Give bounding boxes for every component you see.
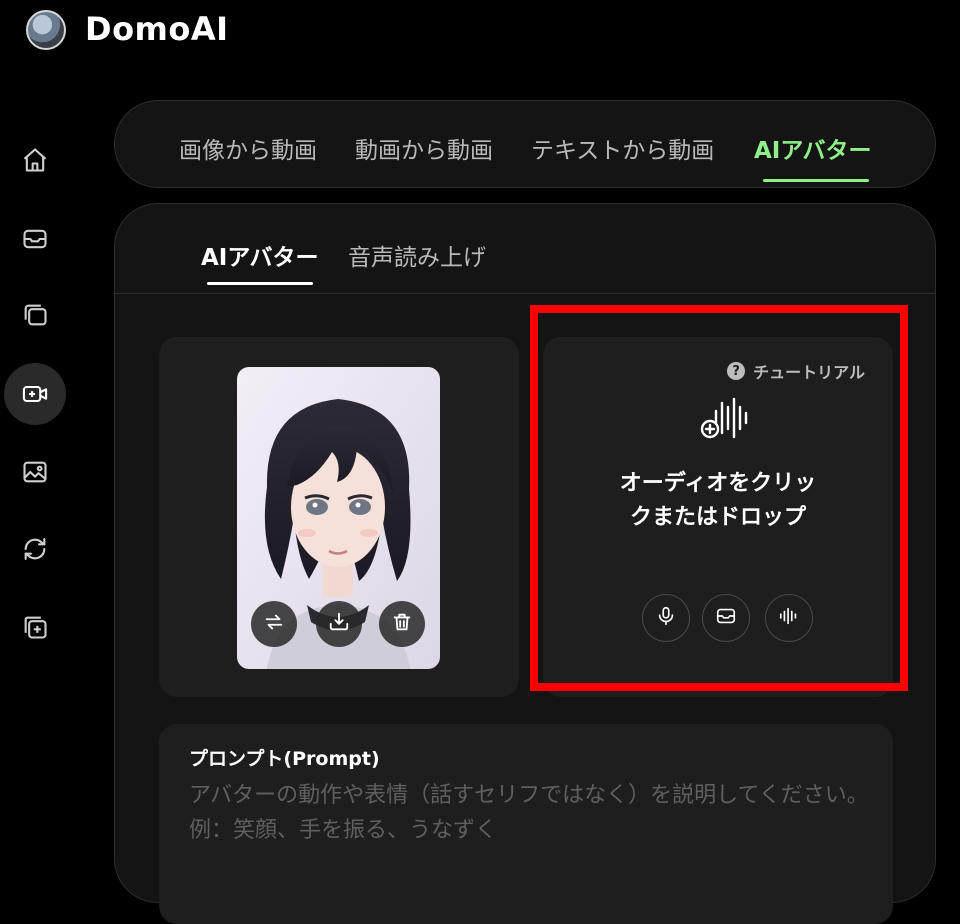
tab-video-to-video[interactable]: 動画から動画 [355,131,493,165]
home-icon[interactable] [18,143,52,177]
app-name: DomoAI [85,10,229,48]
delete-image-button[interactable] [379,601,425,647]
highlight-box [530,305,908,691]
prompt-input[interactable]: アバターの動作や表情（話すセリフではなく）を説明してください。例：笑顔、手を振る… [189,778,869,848]
divider [115,293,935,294]
active-tab-indicator [763,179,869,182]
app-logo [26,10,66,50]
tab-text-to-video[interactable]: テキストから動画 [531,131,714,165]
trash-icon [391,611,413,637]
swap-icon [263,611,285,637]
refresh-icon[interactable] [18,532,52,566]
prompt-label: プロンプト(Prompt) [189,748,380,770]
video-add-icon[interactable] [4,363,66,425]
subtab-ai-avatar[interactable]: AIアバター [201,238,318,272]
subtab-text-to-speech[interactable]: 音声読み上げ [348,238,486,272]
active-subtab-indicator [207,282,313,285]
main-tab-bar: 画像から動画 動画から動画 テキストから動画 AIアバター [114,100,936,188]
inbox-icon[interactable] [18,222,52,256]
tab-ai-avatar[interactable]: AIアバター [754,131,871,165]
tab-image-to-video[interactable]: 画像から動画 [179,131,317,165]
gallery-icon[interactable] [18,298,52,332]
image-icon[interactable] [18,455,52,489]
download-icon [328,611,350,637]
avatar-image-card [159,337,519,697]
add-layer-icon[interactable] [18,610,52,644]
swap-image-button[interactable] [251,601,297,647]
prompt-card: プロンプト(Prompt) アバターの動作や表情（話すセリフではなく）を説明して… [159,724,893,924]
download-image-button[interactable] [316,601,362,647]
